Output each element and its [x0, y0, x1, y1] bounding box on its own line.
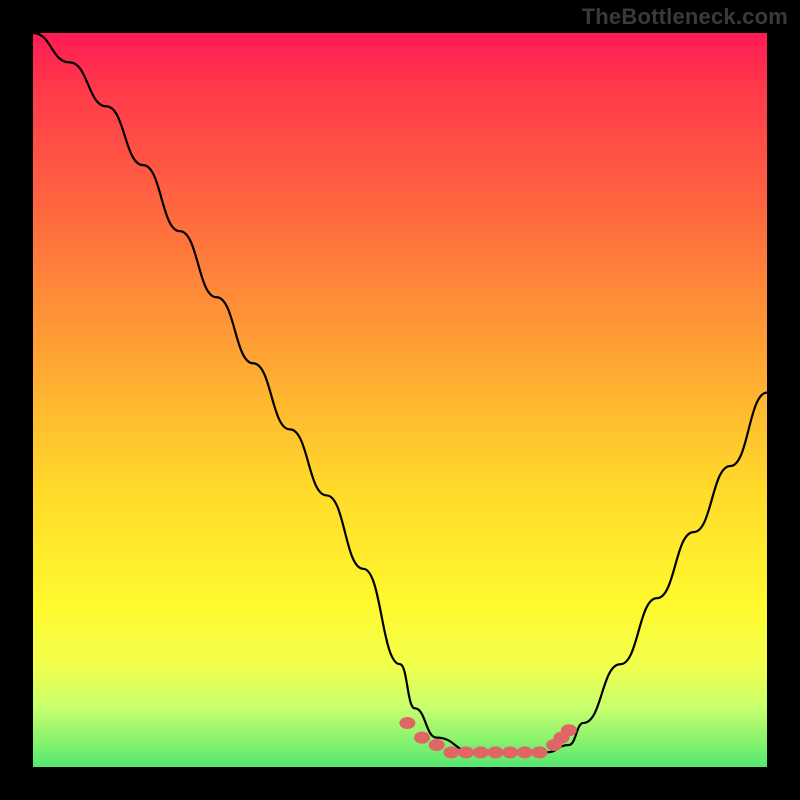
optimal-marker [531, 746, 547, 758]
watermark-label: TheBottleneck.com [582, 4, 788, 30]
optimal-marker [517, 746, 533, 758]
optimal-marker [429, 739, 445, 751]
optimal-marker [443, 746, 459, 758]
chart-plot-area [33, 33, 767, 767]
optimal-marker [458, 746, 474, 758]
optimal-marker [399, 717, 415, 729]
optimal-marker [487, 746, 503, 758]
bottleneck-curve [33, 33, 767, 767]
optimal-marker [414, 732, 430, 744]
optimal-marker [561, 724, 577, 736]
optimal-marker [502, 746, 518, 758]
optimal-marker [473, 746, 489, 758]
